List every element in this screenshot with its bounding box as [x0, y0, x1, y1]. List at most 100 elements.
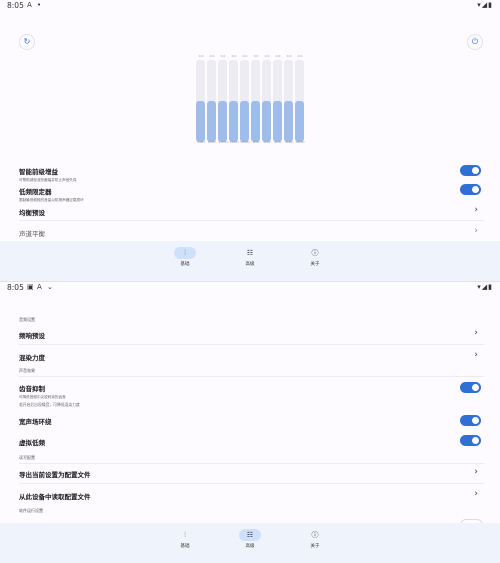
chevron-right-icon: › [474, 328, 478, 338]
import-config-title: 从此设备中读取配置文件 [19, 493, 91, 501]
eq-band-slider[interactable] [295, 60, 304, 142]
eq-band-slider[interactable] [273, 60, 282, 142]
eq-band-slider[interactable] [196, 60, 205, 142]
nav-basic-label: 基础 [180, 262, 190, 267]
wide-surround-title: 宽声场环绕 [19, 418, 52, 426]
nav-about[interactable]: ⓘ 关于 [300, 247, 330, 267]
mix-note: 若开启后出现噪音，可降低混染力度 [19, 402, 80, 407]
eq-band-slider[interactable] [284, 60, 293, 142]
sibilance-title: 齿音抑制 [19, 385, 45, 393]
divider [19, 463, 484, 464]
info-icon: ⓘ [311, 249, 319, 257]
import-config-row[interactable]: 从此设备中读取配置文件 [19, 491, 484, 501]
eq-band-level [262, 101, 271, 142]
power-icon: ⏻ [471, 37, 479, 46]
chevron-right-icon: › [474, 467, 478, 477]
sibilance-toggle[interactable] [460, 382, 481, 393]
eq-band-level [273, 101, 282, 142]
expand-icon: ⌄ [47, 283, 53, 291]
export-config-title: 导出当前设置为配置文件 [19, 471, 91, 479]
nav-basic[interactable]: ⫶ 基础 [170, 529, 200, 550]
nav-basic-label: 基础 [180, 544, 190, 549]
virtual-bass-row[interactable]: 虚拟低频 [19, 437, 484, 447]
system-status-icons: ▾◢▮ [477, 283, 493, 291]
smart-pregain-desc: 可帮助减轻波形截幅并防止声音失真 [19, 178, 77, 182]
smart-pregain-title: 智能前级增益 [19, 168, 58, 176]
freq-preset-row[interactable]: 频响预设 [19, 330, 484, 340]
section-audio-settings: 音频设置 [19, 317, 35, 322]
eq-band-slider[interactable] [207, 60, 216, 142]
nav-about-label: 关于 [310, 544, 320, 549]
reset-icon: ↻ [23, 37, 31, 46]
eq-band-slider[interactable] [218, 60, 227, 142]
channel-balance-title: 声道平衡 [19, 230, 45, 238]
equalizer-bars-icon: ⫶ [184, 530, 186, 539]
channel-balance-row[interactable]: 声道平衡 [19, 228, 484, 238]
bottom-navigation: ⫶ 基础 ☷ 高级 ⓘ 关于 [0, 241, 500, 281]
virtual-bass-title: 虚拟低频 [19, 439, 45, 447]
divider [19, 220, 484, 221]
eq-band-level [251, 101, 260, 142]
system-status-icons: ▾◢▮ [477, 1, 493, 9]
chevron-right-icon: › [474, 350, 478, 360]
divider [19, 344, 484, 345]
nav-advanced[interactable]: ☷ 高级 [235, 247, 265, 267]
divider [19, 483, 484, 484]
wide-surround-toggle[interactable] [460, 415, 481, 426]
eq-band-frequency: 16kHz [295, 140, 305, 144]
eq-band-value: 0.0 [297, 54, 303, 58]
toggle-knob [472, 384, 479, 391]
eq-band-slider[interactable] [240, 60, 249, 142]
section-runtime-settings: 软件运行设置 [19, 508, 43, 513]
bass-limiter-desc: 限制最低频段的音量以防扬声器过载损坏 [19, 198, 84, 202]
chevron-right-icon: › [474, 226, 478, 236]
basic-screen: 8:05 A • ▾◢▮ ↻ ⏻ 0.0 31Hz 0.0 62Hz 0.0 125Hz 0… [0, 0, 500, 281]
nav-basic[interactable]: ⫶ 基础 [170, 247, 200, 267]
status-time: 8:05 [7, 1, 24, 10]
bottom-navigation: ⫶ 基础 ☷ 高级 ⓘ 关于 [0, 523, 500, 563]
eq-band-level [207, 101, 216, 142]
eq-band-level [218, 101, 227, 142]
nav-advanced-label: 高级 [245, 544, 255, 549]
mix-strength-row[interactable]: 混染力度 [19, 352, 484, 362]
toggle-knob [472, 417, 479, 424]
eq-band-slider[interactable] [262, 60, 271, 142]
advanced-screen: 8:05 ▣ A ⌄ ▾◢▮ 音频设置 频响预设 › 混染力度 › 声音效果 齿… [0, 281, 500, 563]
chevron-right-icon: › [474, 205, 478, 215]
notification-icon: A [27, 1, 32, 9]
nav-about-label: 关于 [310, 262, 320, 267]
wide-surround-row[interactable]: 宽声场环绕 [19, 416, 484, 426]
bass-limiter-row[interactable]: 低频限定器 限制最低频段的音量以防扬声器过载损坏 [19, 186, 484, 203]
status-bar: 8:05 A • ▾◢▮ [0, 0, 500, 12]
nav-advanced[interactable]: ☷ 高级 [235, 529, 265, 549]
eq-band-level [295, 101, 304, 142]
freq-preset-title: 频响预设 [19, 332, 45, 340]
eq-band-level [229, 101, 238, 142]
status-time: 8:05 [7, 283, 24, 292]
smart-pregain-row[interactable]: 智能前级增益 可帮助减轻波形截幅并防止声音失真 [19, 166, 484, 183]
smart-pregain-toggle[interactable] [460, 165, 481, 176]
chevron-right-icon: › [474, 489, 478, 499]
notification-dot-icon: • [37, 1, 42, 9]
nav-advanced-label: 高级 [245, 262, 255, 267]
gallery-notification-icon: ▣ [27, 283, 34, 291]
equalizer-bars-icon: ⫶ [174, 247, 196, 259]
mix-strength-title: 混染力度 [19, 354, 45, 362]
reset-button[interactable]: ↻ [19, 34, 35, 50]
divider [19, 376, 484, 377]
notification-icon: A [37, 283, 42, 291]
sibilance-desc: 可降低音频中尖锐刺耳的齿音 [19, 395, 66, 399]
virtual-bass-toggle[interactable] [460, 435, 481, 446]
bass-limiter-toggle[interactable] [460, 184, 481, 195]
eq-preset-row[interactable]: 均衡预设 [19, 207, 484, 217]
eq-band-level [284, 101, 293, 142]
nav-about[interactable]: ⓘ 关于 [300, 529, 330, 549]
sibilance-row[interactable]: 齿音抑制 可降低音频中尖锐刺耳的齿音 [19, 383, 484, 400]
toggle-knob [472, 167, 479, 174]
power-button[interactable]: ⏻ [467, 34, 483, 50]
info-icon: ⓘ [311, 531, 319, 539]
eq-band-slider[interactable] [251, 60, 260, 142]
eq-band-level [196, 101, 205, 142]
eq-band-slider[interactable] [229, 60, 238, 142]
export-config-row[interactable]: 导出当前设置为配置文件 [19, 469, 484, 479]
